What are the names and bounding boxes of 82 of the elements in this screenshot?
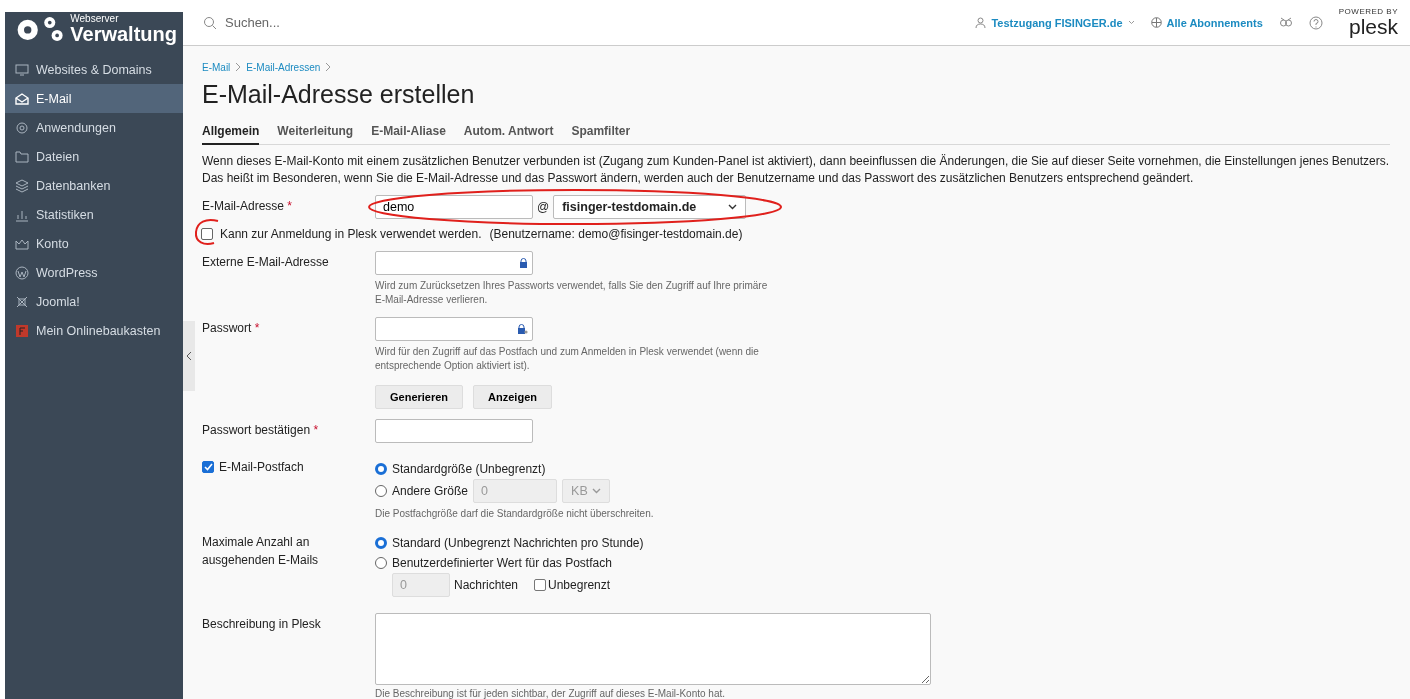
hint-text: Wird zum Zurücksetzen Ihres Passworts verwendet, falls Sie den Zugriff auf Ihre primäre E-Mail-Adresse verlieren. <box>375 279 769 307</box>
unit-label: Nachrichten <box>454 578 519 592</box>
folder-icon <box>15 149 29 164</box>
breadcrumb-link[interactable]: E-Mail <box>202 61 231 73</box>
password-field[interactable] <box>375 317 533 341</box>
field-label: Passwort * <box>202 320 261 337</box>
checkbox-label: Kann zur Anmeldung in Plesk verwendet werden. <box>220 227 482 241</box>
user-menu[interactable]: Testzugang FISINGER.de <box>975 16 1135 29</box>
caret-icon <box>592 488 602 494</box>
powered-by-text: POWERED BY <box>1338 8 1398 16</box>
brand-subtitle: Webserver <box>70 14 120 24</box>
radio-button[interactable] <box>375 557 387 569</box>
radio-button[interactable] <box>375 485 387 497</box>
hint-text: Wird für den Zugriff auf das Postfach und zum Anmelden in Plesk verwendet (wenn die entsprechende Option aktiviert ist). <box>375 345 760 373</box>
builder-icon <box>15 323 29 338</box>
field-label: Maximale Anzahl an ausgehenden E-Mails <box>202 534 320 569</box>
radio-label: Standard (Unbegrenzt Nachrichten pro Stunde) <box>392 536 644 550</box>
field-label: Beschreibung in Plesk <box>202 616 322 633</box>
search-icon <box>203 15 217 30</box>
chevron-right-icon <box>325 63 332 71</box>
caret-icon <box>1127 20 1135 25</box>
user-icon <box>975 17 987 28</box>
radio-button[interactable] <box>375 463 387 475</box>
owl-icon[interactable] <box>1278 15 1293 30</box>
checkbox-label: E-Mail-Postfach <box>219 460 304 474</box>
tab[interactable]: Spamfilter <box>571 124 631 143</box>
tab[interactable]: Allgemein <box>202 124 260 145</box>
plesk-logo: plesk <box>1348 16 1398 37</box>
checkbox-label: Unbegrenzt <box>548 578 611 592</box>
mail-icon <box>15 91 29 106</box>
field-label: E-Mail-Adresse * <box>202 198 294 215</box>
sidebar-item[interactable]: Statistiken <box>5 200 183 229</box>
sidebar-item[interactable]: Dateien <box>5 142 183 171</box>
cross-icon <box>15 294 29 309</box>
sidebar-item[interactable]: Mein Onlinebaukasten <box>5 316 183 345</box>
sidebar-item[interactable]: Websites & Domains <box>5 55 183 84</box>
lock-icon <box>519 258 528 268</box>
radio-label: Andere Größe <box>392 484 469 498</box>
tab[interactable]: Autom. Antwort <box>463 124 554 143</box>
action-button[interactable]: Generieren <box>375 385 464 409</box>
lock-icon <box>517 324 528 334</box>
sidebar-item[interactable]: E-Mail <box>5 84 183 113</box>
tab[interactable]: E-Mail-Aliase <box>371 124 446 143</box>
username-text: (Benutzername: demo@fisinger-testdomain.de) <box>489 227 743 241</box>
layers-icon <box>15 178 29 193</box>
email-name-field[interactable]: demo <box>375 195 533 219</box>
external-email-field[interactable] <box>375 251 533 275</box>
radio-label: Benutzerdefinierter Wert für das Postfach <box>392 556 612 570</box>
search-field[interactable]: Suchen... <box>223 14 427 31</box>
field-label: Externe E-Mail-Adresse <box>202 254 330 271</box>
chevron-right-icon <box>235 63 242 71</box>
page-title: E-Mail-Adresse erstellen <box>202 79 476 110</box>
gear-icon <box>15 120 29 135</box>
confirm-password-field[interactable] <box>375 419 533 443</box>
checkbox[interactable] <box>534 579 547 591</box>
checkbox[interactable] <box>201 228 213 240</box>
hint-text: Die Postfachgröße darf die Standardgröße nicht überschreiten. <box>375 507 654 521</box>
action-button[interactable]: Anzeigen <box>473 385 552 409</box>
field-label: Passwort bestätigen * <box>202 422 320 439</box>
checkbox[interactable] <box>202 461 214 473</box>
sidebar-item[interactable]: Datenbanken <box>5 171 183 200</box>
tab[interactable]: Weiterleitung <box>277 124 354 143</box>
brand-title: Verwaltung <box>70 24 177 44</box>
sidebar-item[interactable]: Anwendungen <box>5 113 183 142</box>
globe-icon <box>1150 17 1162 28</box>
monitor-icon <box>15 62 29 77</box>
hint-text: Die Beschreibung ist für jeden sichtbar, der Zugriff auf dieses E-Mail-Konto hat. <box>375 687 726 699</box>
collapse-handle[interactable] <box>183 321 195 391</box>
circle-icon <box>15 265 29 280</box>
sidebar-item[interactable]: Joomla! <box>5 287 183 316</box>
sidebar-item[interactable]: Konto <box>5 229 183 258</box>
sidebar-item[interactable]: WordPress <box>5 258 183 287</box>
domain-select[interactable]: fisinger-testdomain.de <box>553 195 747 219</box>
breadcrumb-link[interactable]: E-Mail-Adressen <box>246 61 321 73</box>
intro-text: Wenn dieses E-Mail-Konto mit einem zusätzlichen Benutzer verbunden ist (Zugang zum Kunden-Panel ist aktiviert), dann beeinflussen die Änderungen, die Sie auf dieser Seite vornehmen, die Einstellungen jenes Benutzers. Das heißt im Besonderen, wenn Sie die E-Mail-Adresse und das Passwort ändern, werden auch der Benutzername und das Passwort des zusätzlichen Benutzers entsprechend geändert. <box>202 153 1390 187</box>
caret-icon <box>728 204 738 210</box>
chevron-left-icon <box>186 352 192 360</box>
radio-label: Standardgröße (Unbegrenzt) <box>392 462 546 476</box>
at-sign: @ <box>537 200 550 214</box>
help-icon[interactable] <box>1308 15 1323 30</box>
radio-button[interactable] <box>375 537 387 549</box>
subscriptions-link[interactable]: Alle Abonnements <box>1150 16 1263 29</box>
